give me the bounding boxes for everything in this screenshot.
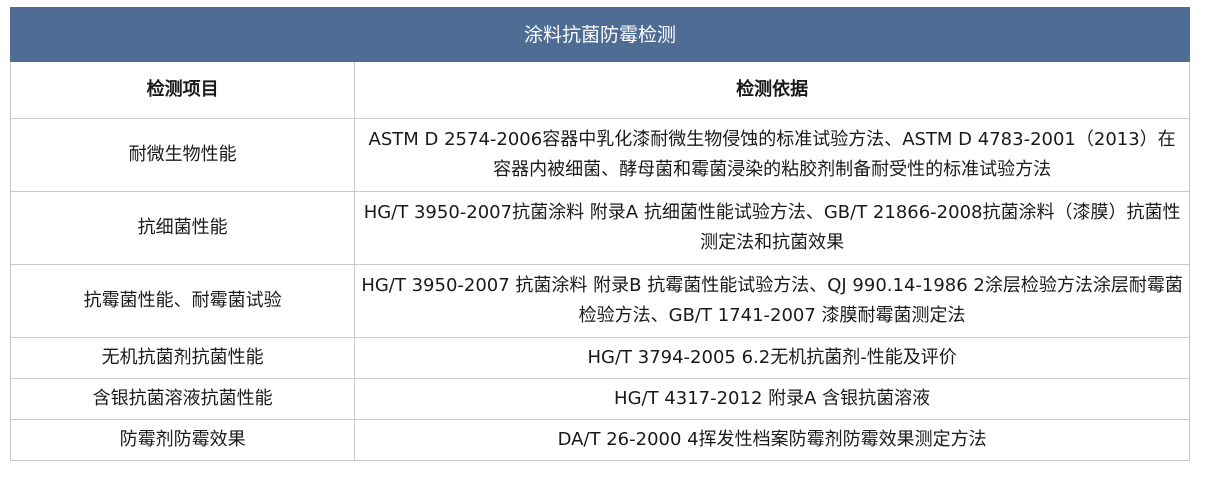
table-header-row: 检测项目 检测依据 <box>9 61 1190 119</box>
table-row: 耐微生物性能 ASTM D 2574-2006容器中乳化漆耐微生物侵蚀的标准试验… <box>9 118 1190 192</box>
table-row: 无机抗菌剂抗菌性能 HG/T 3794-2005 6.2无机抗菌剂-性能及评价 <box>9 337 1190 379</box>
antibacterial-testing-table: 涂料抗菌防霉检测 检测项目 检测依据 耐微生物性能 ASTM D 2574-20… <box>9 7 1190 461</box>
test-item-cell: 无机抗菌剂抗菌性能 <box>9 337 356 379</box>
test-basis-cell: ASTM D 2574-2006容器中乳化漆耐微生物侵蚀的标准试验方法、ASTM… <box>354 118 1190 192</box>
table-title-row: 涂料抗菌防霉检测 <box>10 7 1190 62</box>
test-item-cell: 抗细菌性能 <box>9 191 356 265</box>
test-basis-cell: HG/T 3950-2007 抗菌涂料 附录B 抗霉菌性能试验方法、QJ 990… <box>354 264 1190 338</box>
table-row: 抗细菌性能 HG/T 3950-2007抗菌涂料 附录A 抗细菌性能试验方法、G… <box>9 191 1190 265</box>
test-basis-cell: HG/T 3794-2005 6.2无机抗菌剂-性能及评价 <box>354 337 1190 379</box>
table-row: 防霉剂防霉效果 DA/T 26-2000 4挥发性档案防霉剂防霉效果测定方法 <box>9 419 1190 461</box>
test-item-cell: 耐微生物性能 <box>9 118 356 192</box>
table-title: 涂料抗菌防霉检测 <box>10 7 1190 62</box>
testing-table-container: 涂料抗菌防霉检测 检测项目 检测依据 耐微生物性能 ASTM D 2574-20… <box>9 7 1190 461</box>
test-item-cell: 抗霉菌性能、耐霉菌试验 <box>9 264 356 338</box>
test-basis-cell: HG/T 3950-2007抗菌涂料 附录A 抗细菌性能试验方法、GB/T 21… <box>354 191 1190 265</box>
table-row: 抗霉菌性能、耐霉菌试验 HG/T 3950-2007 抗菌涂料 附录B 抗霉菌性… <box>9 264 1190 338</box>
test-item-cell: 防霉剂防霉效果 <box>9 419 356 461</box>
test-basis-cell: DA/T 26-2000 4挥发性档案防霉剂防霉效果测定方法 <box>354 419 1190 461</box>
header-test-basis: 检测依据 <box>354 61 1190 119</box>
test-basis-cell: HG/T 4317-2012 附录A 含银抗菌溶液 <box>354 378 1190 420</box>
test-item-cell: 含银抗菌溶液抗菌性能 <box>9 378 356 420</box>
header-test-item: 检测项目 <box>9 61 356 119</box>
table-row: 含银抗菌溶液抗菌性能 HG/T 4317-2012 附录A 含银抗菌溶液 <box>9 378 1190 420</box>
